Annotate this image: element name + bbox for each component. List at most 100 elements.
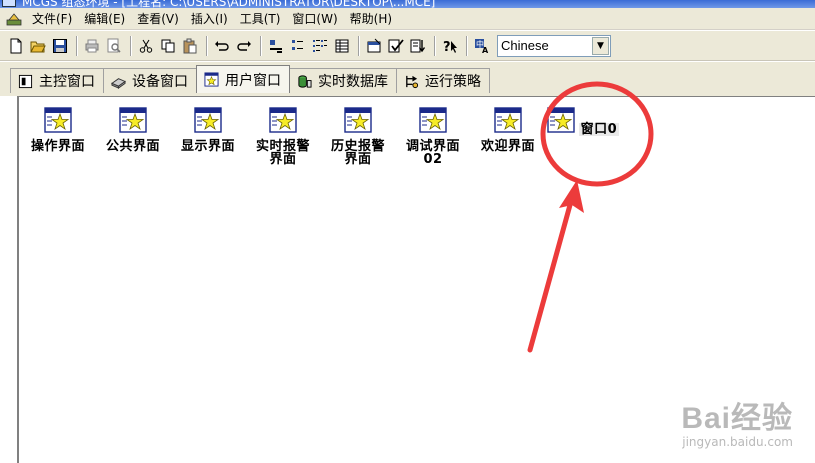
list-view-button[interactable] bbox=[310, 36, 330, 56]
print-preview-button[interactable] bbox=[104, 36, 124, 56]
svg-text:?: ? bbox=[443, 40, 451, 54]
menu-edit[interactable]: 编辑(E) bbox=[78, 10, 131, 27]
dropdown-arrow-icon[interactable]: ▼ bbox=[592, 36, 609, 55]
toolbar-separator bbox=[466, 35, 468, 56]
toolbar-separator bbox=[434, 35, 436, 56]
help-button[interactable]: ? bbox=[440, 36, 460, 56]
window-name-line2: 界面 bbox=[344, 152, 372, 167]
title-bar: MCGS 组态环境 - [工程名: C:\USERS\ADMINISTRATOR… bbox=[0, 0, 815, 8]
device-icon bbox=[110, 77, 126, 89]
tab-realtime-database[interactable]: 实时数据库 bbox=[289, 68, 397, 93]
menu-help[interactable]: 帮助(H) bbox=[344, 10, 398, 27]
scissors-icon bbox=[139, 39, 153, 53]
paste-clipboard-icon bbox=[183, 38, 197, 53]
new-file-icon bbox=[10, 38, 22, 53]
menu-bar: 文件(F) 编辑(E) 查看(V) 插入(I) 工具(T) 窗口(W) 帮助(H… bbox=[0, 8, 815, 30]
undo-button[interactable] bbox=[212, 36, 232, 56]
paste-button[interactable] bbox=[180, 36, 200, 56]
window-name-line1: 操作界面 bbox=[30, 139, 85, 154]
user-window-icon bbox=[547, 107, 575, 133]
properties-icon bbox=[367, 38, 381, 52]
watermark: Bai经验 jingyan.baidu.com bbox=[681, 393, 793, 449]
watermark-url: jingyan.baidu.com bbox=[682, 435, 793, 449]
tab-label: 实时数据库 bbox=[318, 74, 388, 90]
user-window-item[interactable]: 显示界面 bbox=[171, 107, 245, 153]
tab-label: 主控窗口 bbox=[39, 74, 95, 90]
user-window-item[interactable]: 调试界面 02 bbox=[396, 107, 470, 166]
menu-window[interactable]: 窗口(W) bbox=[286, 10, 343, 27]
toolbar-separator bbox=[260, 35, 262, 56]
small-icons-view-icon bbox=[292, 39, 303, 50]
download-icon bbox=[410, 39, 426, 52]
details-view-icon bbox=[335, 39, 349, 52]
user-window-icon bbox=[494, 107, 522, 133]
window-title: MCGS 组态环境 - [工程名: C:\USERS\ADMINISTRATOR… bbox=[22, 0, 436, 8]
language-button[interactable]: 中A bbox=[472, 36, 492, 56]
download-button[interactable] bbox=[408, 36, 428, 56]
properties-button[interactable] bbox=[364, 36, 384, 56]
menu-insert[interactable]: 插入(I) bbox=[185, 10, 234, 27]
details-view-button[interactable] bbox=[332, 36, 352, 56]
new-button[interactable] bbox=[6, 36, 26, 56]
language-select-value: Chinese bbox=[501, 38, 549, 53]
user-window-item[interactable]: 欢迎界面 bbox=[471, 107, 545, 153]
svg-text:A: A bbox=[482, 46, 489, 54]
copy-button[interactable] bbox=[158, 36, 178, 56]
user-window-icon bbox=[419, 107, 447, 133]
toolbar-separator bbox=[358, 35, 360, 56]
save-button[interactable] bbox=[50, 36, 70, 56]
tab-label: 设备窗口 bbox=[132, 74, 188, 90]
tab-label: 用户窗口 bbox=[225, 72, 281, 89]
toolbar: ? 中A Chinese ▼ bbox=[0, 31, 815, 61]
tab-user-window[interactable]: 用户窗口 bbox=[196, 65, 290, 93]
workspace-tabs: 主控窗口 设备窗口 用户窗口 实时数据库 运行策略 bbox=[0, 62, 815, 96]
window-name-line2: 界面 bbox=[269, 152, 297, 167]
redo-icon bbox=[237, 40, 251, 51]
open-folder-icon bbox=[30, 41, 46, 52]
print-button[interactable] bbox=[82, 36, 102, 56]
large-icons-view-icon bbox=[270, 39, 282, 53]
strategy-icon bbox=[405, 75, 418, 88]
cut-button[interactable] bbox=[136, 36, 156, 56]
tab-label: 运行策略 bbox=[425, 74, 481, 90]
user-window-icon bbox=[194, 107, 222, 133]
window-name-line1: 欢迎界面 bbox=[480, 139, 535, 154]
user-window-icon bbox=[344, 107, 372, 133]
user-window-item[interactable]: 公共界面 bbox=[96, 107, 170, 153]
toolbar-separator bbox=[206, 35, 208, 56]
check-button[interactable] bbox=[386, 36, 406, 56]
help-question-icon: ? bbox=[443, 40, 457, 54]
app-menu-icon[interactable] bbox=[6, 12, 22, 26]
tab-run-strategy[interactable]: 运行策略 bbox=[396, 68, 490, 93]
window-name-line2: 02 bbox=[423, 152, 443, 167]
user-window-item[interactable]: 操作界面 bbox=[21, 107, 95, 153]
user-window-icon bbox=[269, 107, 297, 133]
check-icon bbox=[388, 38, 404, 52]
toolbar-separator bbox=[130, 35, 132, 56]
toolbar-separator bbox=[76, 35, 78, 56]
redo-button[interactable] bbox=[234, 36, 254, 56]
tab-device-window[interactable]: 设备窗口 bbox=[103, 68, 197, 93]
user-window-icon bbox=[44, 107, 72, 133]
list-view-icon bbox=[313, 39, 327, 52]
user-window-item[interactable]: 历史报警 界面 bbox=[321, 107, 395, 166]
window-name-line1: 显示界面 bbox=[180, 139, 235, 154]
large-icons-button[interactable] bbox=[266, 36, 286, 56]
user-window-icon bbox=[203, 72, 219, 87]
menu-view[interactable]: 查看(V) bbox=[131, 10, 185, 27]
save-disk-icon bbox=[53, 38, 67, 53]
open-button[interactable] bbox=[28, 36, 48, 56]
app-logo-icon bbox=[2, 0, 16, 7]
window-name-line1: 窗口0 bbox=[578, 122, 620, 137]
language-select[interactable]: Chinese ▼ bbox=[497, 34, 611, 57]
copy-icon bbox=[161, 39, 175, 52]
menu-file[interactable]: 文件(F) bbox=[26, 10, 78, 27]
tab-main-window[interactable]: 主控窗口 bbox=[10, 68, 104, 93]
watermark-logo: Bai经验 bbox=[681, 402, 793, 435]
window-name-line1: 公共界面 bbox=[105, 139, 160, 154]
menu-tools[interactable]: 工具(T) bbox=[234, 10, 287, 27]
small-icons-button[interactable] bbox=[288, 36, 308, 56]
user-window-item[interactable]: 实时报警 界面 bbox=[246, 107, 320, 166]
user-window-item[interactable]: 窗口0 bbox=[546, 107, 620, 136]
user-window-icon bbox=[119, 107, 147, 133]
